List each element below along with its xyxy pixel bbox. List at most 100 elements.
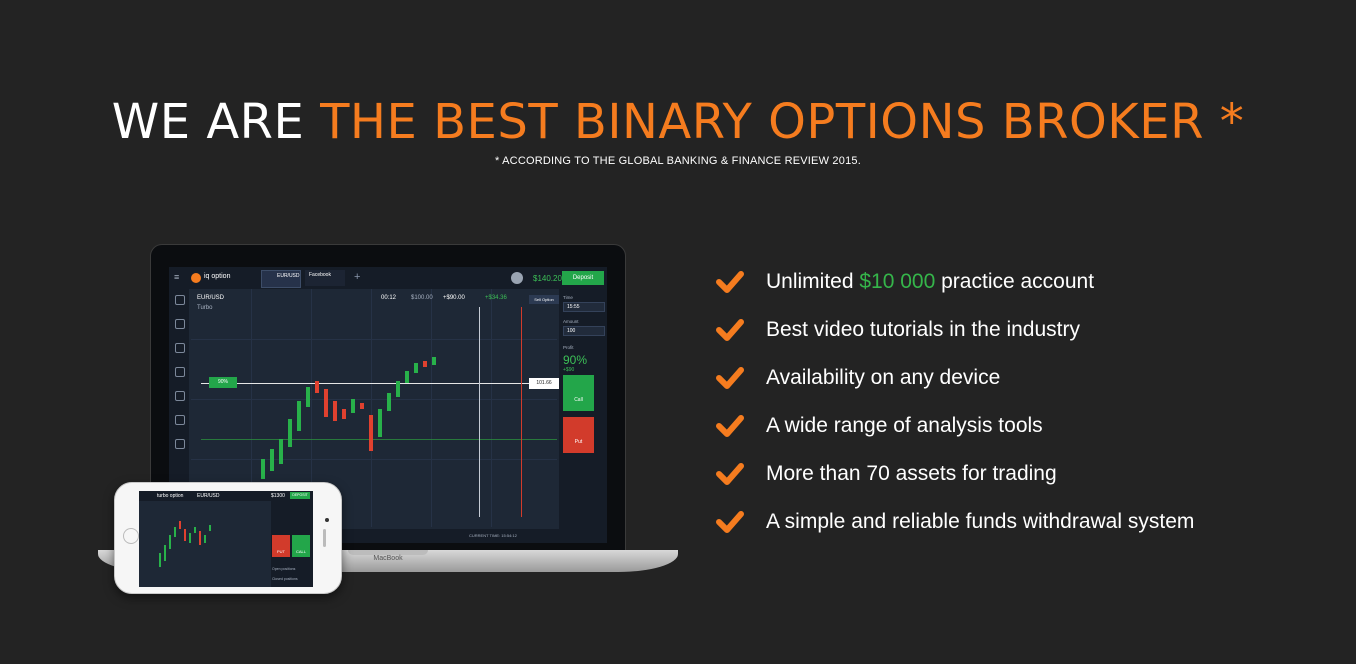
candle (414, 363, 418, 373)
amount-field: 100 (563, 326, 605, 336)
avatar (511, 272, 523, 284)
candle (333, 401, 337, 421)
feature-item: Best video tutorials in the industry (716, 306, 1316, 354)
candle (209, 525, 211, 531)
candle (387, 393, 391, 411)
menu-icon: ≡ (174, 272, 180, 282)
feature-item: A simple and reliable funds withdrawal s… (716, 498, 1316, 546)
phone-home-button (123, 528, 139, 544)
hero-title-white: WE ARE (111, 94, 305, 150)
phone-camera (325, 518, 329, 522)
phone-speaker (323, 529, 326, 547)
check-icon (716, 463, 744, 485)
feature-item: Availability on any device (716, 354, 1316, 402)
feature-text: Availability on any device (766, 366, 1001, 389)
profit-label: Profit (563, 345, 574, 350)
chart-asset-name: EUR/USD (197, 295, 225, 301)
feature-text: Unlimited $10 000 practice account (766, 270, 1094, 294)
platform-topbar: ≡ iq option EUR/USD Facebook + $140.20 D… (169, 267, 607, 289)
users-icon (175, 343, 185, 353)
candle (306, 387, 310, 407)
hero-title: WE ARE THE BEST BINARY OPTIONS BROKER * (0, 92, 1356, 152)
phone-screen: turbo option EUR/USD $1300 DEPOSIT PUT C… (139, 491, 313, 587)
call-button: Call (563, 375, 594, 411)
purchase-time-line (479, 307, 480, 517)
phone-mockup: turbo option EUR/USD $1300 DEPOSIT PUT C… (114, 482, 342, 594)
candle (169, 535, 171, 549)
candle (194, 527, 196, 533)
candle (164, 545, 166, 561)
check-icon (716, 415, 744, 437)
history-icon (175, 319, 185, 329)
phone-deposit-button: DEPOSIT (290, 492, 310, 499)
check-icon (716, 271, 744, 293)
check-icon (716, 367, 744, 389)
deposit-button: Deposit (562, 271, 604, 285)
feature-text-part: practice account (935, 270, 1095, 293)
asset-tab-2-label: Facebook (309, 272, 331, 278)
trade-investment: $100.00 (411, 295, 433, 301)
candle (360, 403, 364, 409)
sell-option-button: Sell Option (529, 295, 559, 304)
video-icon (175, 415, 185, 425)
candle (324, 389, 328, 417)
candle (315, 381, 319, 393)
feature-text: A simple and reliable funds withdrawal s… (766, 510, 1195, 533)
add-tab-icon: + (354, 271, 361, 283)
strike-line (201, 383, 557, 384)
candle (432, 357, 436, 365)
percent-tag: 90% (209, 377, 237, 388)
expiration-line (521, 307, 522, 517)
hero-title-accent: THE BEST BINARY OPTIONS BROKER * (320, 94, 1245, 150)
candle (342, 409, 346, 419)
candle (351, 399, 355, 413)
feature-item: More than 70 assets for trading (716, 450, 1316, 498)
candle (261, 459, 265, 479)
current-time: CURRENT TIME: 15:54:12 (469, 533, 517, 538)
phone-call-button: CALL (292, 535, 310, 557)
market-icon (175, 391, 185, 401)
profit-amount: +$90 (563, 367, 575, 373)
phone-closed-positions: Closed positions (272, 577, 298, 581)
logo-icon (191, 273, 201, 283)
candle (378, 409, 382, 437)
feature-text: Best video tutorials in the industry (766, 318, 1080, 341)
hero-footnote: * ACCORDING TO THE GLOBAL BANKING & FINA… (495, 155, 861, 167)
candle (288, 419, 292, 447)
options-icon (175, 295, 185, 305)
trade-payout: +$90.00 (443, 295, 465, 301)
phone-balance: $1300 (271, 493, 285, 499)
phone-put-button: PUT (272, 535, 290, 557)
time-field: 15:55 (563, 302, 605, 312)
candle (396, 381, 400, 397)
candle (204, 535, 206, 543)
price-tag: 101.66 (529, 378, 559, 389)
feature-item: A wide range of analysis tools (716, 402, 1316, 450)
trade-panel: Time 15:55 Amount 100 Profit 90% +$90 Ca… (559, 289, 607, 543)
phone-asset: EUR/USD (197, 493, 220, 499)
amount-label: Amount (563, 319, 579, 324)
candle (184, 529, 186, 541)
feature-highlight: $10 000 (859, 270, 936, 293)
check-icon (716, 319, 744, 341)
candle (423, 361, 427, 367)
phone-logo: turbo option (157, 493, 184, 499)
candle (189, 533, 191, 543)
current-price-line (201, 439, 557, 440)
feature-item: Unlimited $10 000 practice account (716, 258, 1316, 306)
support-icon (175, 439, 185, 449)
balance: $140.20 (533, 274, 562, 283)
trophy-icon (175, 367, 185, 377)
feature-text-part: Unlimited (766, 270, 860, 293)
time-label: Time (563, 295, 573, 300)
chart-asset-type: Turbo (197, 305, 213, 311)
candle (369, 415, 373, 451)
candle (179, 521, 181, 529)
features-list: Unlimited $10 000 practice account Best … (716, 258, 1316, 546)
platform-logo: iq option (204, 273, 231, 280)
check-icon (716, 511, 744, 533)
asset-tab-label: EUR/USD (277, 273, 300, 279)
put-button: Put (563, 417, 594, 453)
candle (199, 531, 201, 545)
candle (297, 401, 301, 431)
